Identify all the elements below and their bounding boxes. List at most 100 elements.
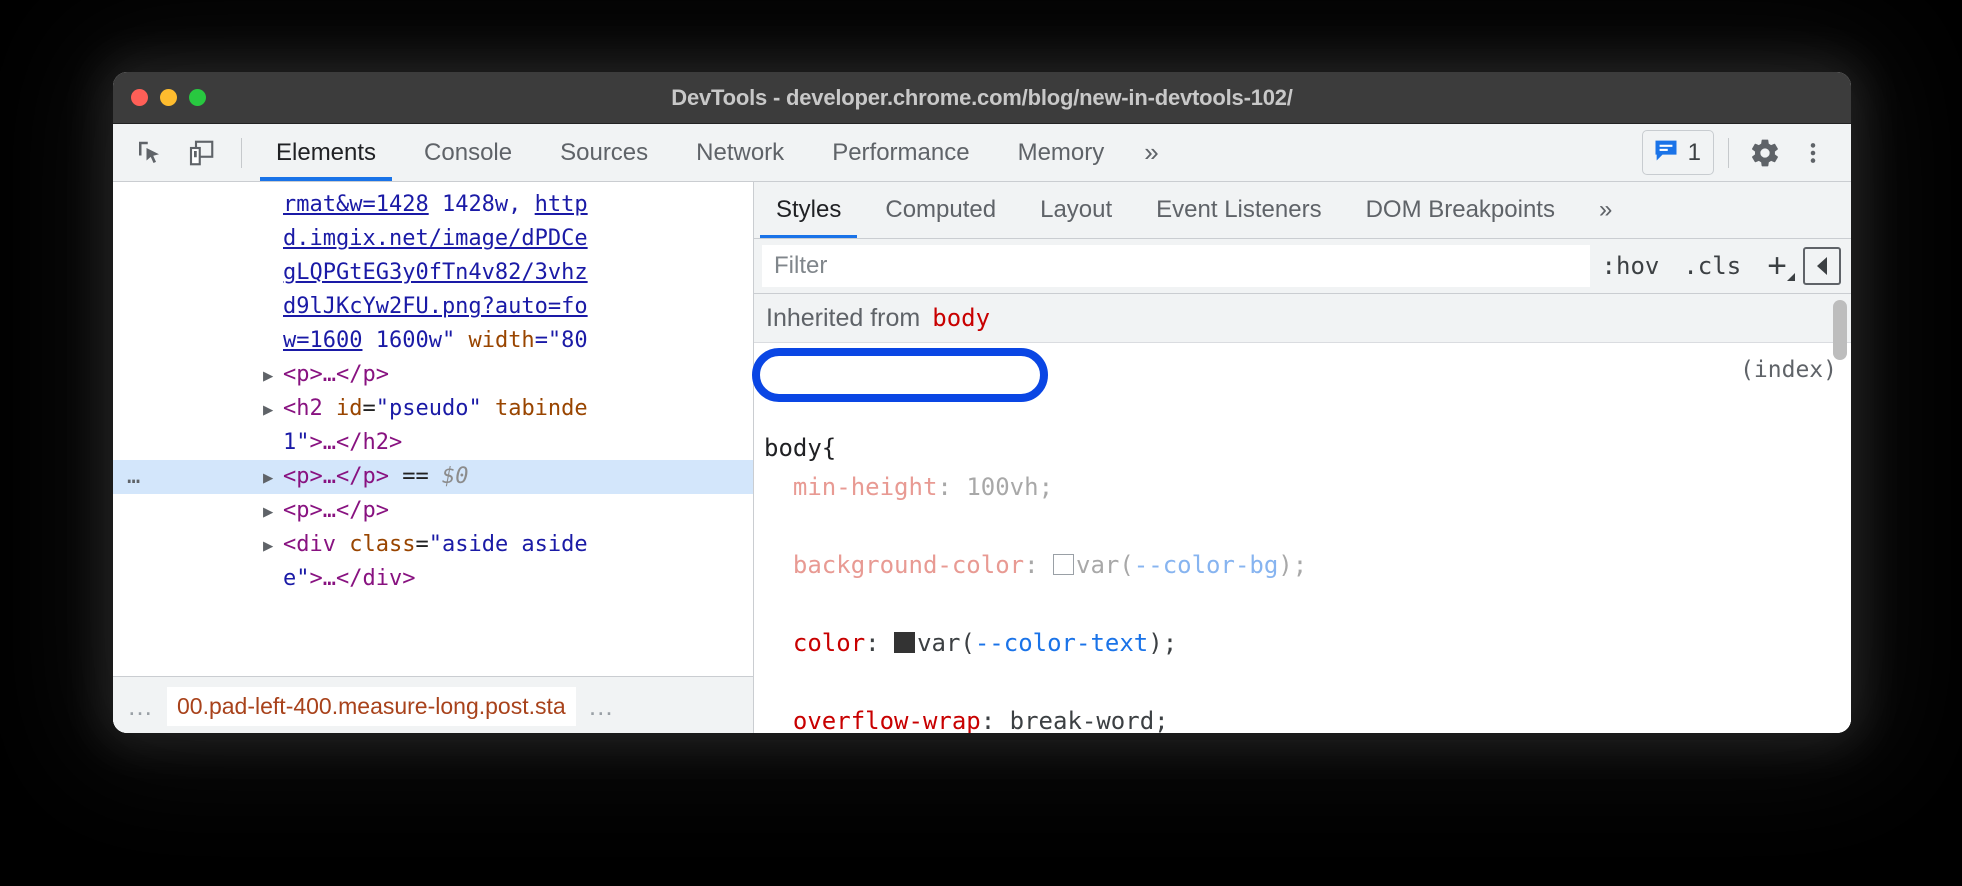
panel-tab-strip: Elements Console Sources Network Perform… (252, 124, 1175, 181)
dom-tree-row[interactable]: 1">…</h2> (113, 426, 753, 460)
row-overflow-dots[interactable]: … (127, 460, 140, 494)
inherited-from-label: Inherited from (766, 304, 920, 333)
dom-token: http (535, 192, 588, 217)
dom-token: 1600w" (362, 328, 468, 353)
var-close: ); (1278, 551, 1307, 579)
gear-icon[interactable] (1743, 131, 1787, 175)
dom-tree-row[interactable]: gLQPGtEG3y0fTn4v82/3vhz (113, 256, 753, 290)
tab-sources-label: Sources (560, 139, 648, 167)
declaration-min-height[interactable]: min-height: 100vh; (764, 468, 1851, 507)
dom-tree-row[interactable]: ▶<h2 id="pseudo" tabinde (113, 392, 753, 426)
zoom-window-button[interactable] (189, 89, 206, 106)
declaration-background-color[interactable]: background-color: var(--color-bg); (764, 546, 1851, 585)
property-name[interactable]: min-height (793, 473, 938, 501)
tab-computed[interactable]: Computed (863, 182, 1018, 238)
dom-tree-row[interactable]: ▶<div class="aside aside (113, 528, 753, 562)
property-value[interactable]: 100vh (966, 473, 1038, 501)
dom-token: … (323, 566, 336, 591)
tab-performance[interactable]: Performance (808, 124, 993, 181)
dom-token: == (389, 464, 442, 489)
dom-token: <p> (283, 362, 323, 387)
property-name[interactable]: background-color (793, 551, 1024, 579)
dom-token: <div (283, 532, 349, 557)
declaration-overflow-wrap[interactable]: overflow-wrap: break-word; (764, 702, 1851, 733)
css-variable-name[interactable]: --color-text (975, 629, 1148, 657)
dom-tree-row[interactable]: ▶<p>…</p> (113, 358, 753, 392)
new-style-rule-button[interactable]: + (1753, 249, 1797, 283)
tab-network[interactable]: Network (672, 124, 808, 181)
property-value[interactable]: break-word (1010, 707, 1155, 733)
inherited-from-selector[interactable]: body (932, 304, 990, 332)
dom-tree-row-selected[interactable]: …▶<p>…</p> == $0 (113, 460, 753, 494)
colon: : (937, 473, 966, 501)
css-variable-name[interactable]: --color-bg (1134, 551, 1279, 579)
styles-rule-list[interactable]: Inherited from body (index) body{ min-he… (754, 294, 1851, 733)
expand-triangle-icon[interactable]: ▶ (263, 359, 273, 393)
breadcrumb-selected-node[interactable]: 00.pad-left-400.measure-long.post.sta (167, 687, 576, 726)
expand-triangle-icon[interactable]: ▶ (263, 461, 273, 495)
close-window-button[interactable] (131, 89, 148, 106)
dom-token: ="80 (535, 328, 588, 353)
dom-tree-row[interactable]: ▶<p>…</p> (113, 494, 753, 528)
dom-token: gLQPGtEG3y0fTn4v82/3vhz (283, 260, 588, 285)
devtools-toolbar: Elements Console Sources Network Perform… (113, 124, 1851, 182)
tab-dom-breakpoints[interactable]: DOM Breakpoints (1344, 182, 1577, 238)
breadcrumb-right-overflow[interactable]: … (588, 691, 616, 722)
dom-tree-row[interactable]: d9lJKcYw2FU.png?auto=fo (113, 290, 753, 324)
tab-memory-label: Memory (1018, 139, 1105, 167)
inspect-cursor-icon[interactable] (127, 131, 171, 175)
dom-token: </p> (336, 464, 389, 489)
breadcrumb: … 00.pad-left-400.measure-long.post.sta … (113, 676, 753, 733)
rule-open-brace: { (822, 434, 836, 462)
dom-token: </p> (336, 498, 389, 523)
tab-sources[interactable]: Sources (536, 124, 672, 181)
dom-tree-row[interactable]: e">…</div> (113, 562, 753, 596)
dom-token: 1428w, (429, 192, 535, 217)
expand-triangle-icon[interactable]: ▶ (263, 495, 273, 529)
panel-collapse-icon[interactable] (1803, 247, 1841, 285)
dom-token: <p> (283, 498, 323, 523)
filter-input[interactable] (762, 245, 1590, 287)
tab-event-listeners[interactable]: Event Listeners (1134, 182, 1343, 238)
tab-layout[interactable]: Layout (1018, 182, 1134, 238)
minimize-window-button[interactable] (160, 89, 177, 106)
tab-console[interactable]: Console (400, 124, 536, 181)
expand-triangle-icon[interactable]: ▶ (263, 393, 273, 427)
hov-button[interactable]: :hov (1590, 252, 1672, 280)
cls-button[interactable]: .cls (1671, 252, 1753, 280)
dom-tree[interactable]: rmat&w=1428 1428w, http d.imgix.net/image… (113, 182, 753, 676)
property-name[interactable]: overflow-wrap (793, 707, 981, 733)
issues-message-icon (1652, 136, 1680, 169)
colon: : (981, 707, 1010, 733)
expand-triangle-icon[interactable]: ▶ (263, 529, 273, 563)
dom-tree-row[interactable]: d.imgix.net/image/dPDCe (113, 222, 753, 256)
property-name[interactable]: color (793, 629, 865, 657)
tab-memory[interactable]: Memory (994, 124, 1129, 181)
tab-elements[interactable]: Elements (252, 124, 400, 181)
css-rule-body[interactable]: (index) body{ min-height: 100vh; backgro… (754, 343, 1851, 733)
rule-selector[interactable]: body (764, 434, 822, 462)
dom-tree-row[interactable]: w=1600 1600w" width="80 (113, 324, 753, 358)
kebab-menu-icon[interactable] (1791, 131, 1835, 175)
dom-token: … (323, 464, 336, 489)
issues-button[interactable]: 1 (1642, 130, 1714, 175)
styles-filter-toolbar: :hov .cls + (754, 239, 1851, 294)
breadcrumb-left-overflow[interactable]: … (127, 691, 155, 722)
color-swatch-icon[interactable] (1053, 554, 1074, 575)
dom-token: rmat&w=1428 (283, 192, 429, 217)
sidebar-more-tabs-chevron-icon[interactable]: » (1577, 182, 1634, 238)
styles-scrollbar[interactable] (1833, 300, 1847, 360)
dom-token: d.imgix.net/image/dPDCe (283, 226, 588, 251)
declaration-color[interactable]: color: var(--color-text); (764, 624, 1851, 663)
tab-layout-label: Layout (1040, 196, 1112, 224)
more-tabs-chevron-icon[interactable]: » (1128, 124, 1174, 181)
rule-source-link[interactable]: (index) (1740, 351, 1837, 390)
tab-performance-label: Performance (832, 139, 969, 167)
dom-tree-row[interactable]: rmat&w=1428 1428w, http (113, 188, 753, 222)
color-swatch-icon[interactable] (894, 632, 915, 653)
dom-token: id (336, 396, 363, 421)
collapse-triangle-icon (1817, 257, 1827, 275)
device-toolbar-icon[interactable] (179, 131, 223, 175)
tab-styles[interactable]: Styles (754, 182, 863, 238)
dom-token: w=1600 (283, 328, 362, 353)
